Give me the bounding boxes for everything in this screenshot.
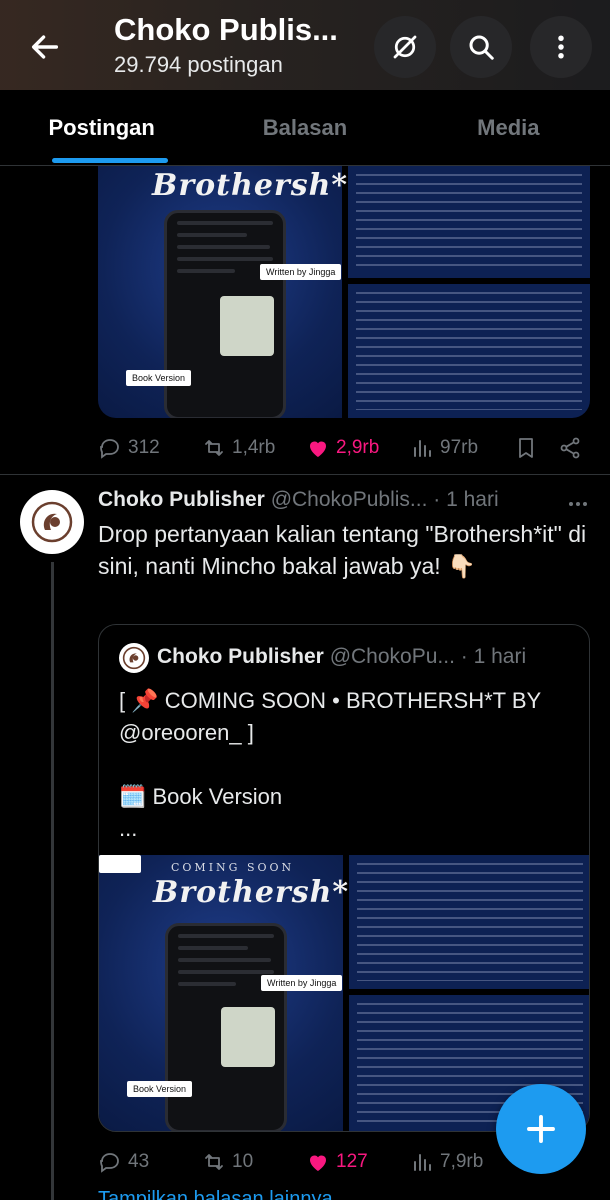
views-icon [414, 1154, 431, 1171]
post-count: 29.794 postingan [114, 52, 283, 77]
quote-author-name: Choko Publisher [157, 645, 324, 668]
profile-tabs: Postingan Balasan Media [0, 90, 610, 166]
choko-logo-icon [122, 646, 146, 670]
mute-icon [393, 35, 417, 59]
back-button[interactable] [14, 16, 76, 78]
header-titles: Choko Publis... 29.794 postingan [114, 12, 338, 78]
bookmark-icon [519, 438, 533, 458]
post1-reply-count: 312 [128, 437, 160, 458]
post1-repost-button[interactable]: 1,4rb [202, 436, 306, 460]
post2-avatar[interactable] [20, 490, 84, 554]
post2-like-count: 127 [336, 1151, 368, 1172]
post1-views-button[interactable]: 97rb [410, 436, 514, 460]
profile-header: Choko Publis... 29.794 postingan [0, 0, 610, 90]
post1-reply-button[interactable]: 312 [98, 436, 202, 460]
repost-icon [205, 1154, 223, 1170]
tab-balasan[interactable]: Balasan [203, 90, 406, 165]
post2-text: Drop pertanyaan kalian tentang "Brothers… [98, 521, 587, 579]
post1-like-button[interactable]: 2,9rb [306, 436, 410, 460]
plus-icon [527, 1115, 555, 1143]
views-icon [414, 440, 431, 457]
post2-repost-button[interactable]: 10 [202, 1150, 306, 1174]
quote-header: Choko Publisher @ChokoPu... · 1 hari [157, 645, 577, 669]
post2-author-name[interactable]: Choko Publisher [98, 488, 265, 511]
search-icon [469, 35, 494, 60]
quote-text: [ 📌 COMING SOON • BROTHERSH*T BY @oreoor… [119, 685, 579, 845]
mute-button[interactable] [374, 16, 436, 78]
post1-bookmark-button[interactable] [514, 436, 558, 460]
post2-view-count: 7,9rb [440, 1151, 484, 1172]
post1-view-count: 97rb [440, 437, 479, 458]
more-horizontal-icon [569, 502, 587, 506]
post1-media-image-right-top[interactable] [348, 166, 590, 278]
quote-chat-thumbnail [221, 1007, 275, 1067]
quote-text-line1: [ 📌 COMING SOON • BROTHERSH*T BY @oreoor… [119, 688, 541, 745]
more-vertical-icon [558, 35, 564, 59]
post1-repost-count: 1,4rb [232, 437, 276, 458]
post1-tag-book: Book Version [126, 370, 192, 386]
post1-chat-thumbnail [220, 296, 274, 356]
post2-header: Choko Publisher @ChokoPublis... · 1 hari [98, 488, 588, 512]
arrow-left-icon [31, 35, 59, 59]
post2-repost-count: 10 [232, 1151, 254, 1172]
reply-icon [100, 439, 119, 459]
search-button[interactable] [450, 16, 512, 78]
heart-filled-icon [310, 1155, 326, 1171]
post2-author-handle[interactable]: @ChokoPublis... [271, 488, 428, 511]
post2-reply-button[interactable]: 43 [98, 1150, 202, 1174]
quote-book-title: Brothersh*t [153, 875, 364, 910]
quote-text-line2: 🗓️ Book Version [119, 784, 283, 809]
quote-tag-written: Written by Jingga [261, 975, 343, 991]
quoted-post[interactable]: Choko Publisher @ChokoPu... · 1 hari [ 📌… [98, 624, 590, 1132]
post2-like-button[interactable]: 127 [306, 1150, 410, 1174]
share-icon [560, 437, 580, 459]
reply-icon [100, 1153, 119, 1173]
post1-book-title: Brothersh*t [152, 168, 363, 203]
repost-icon [205, 440, 223, 456]
post2-views-button[interactable]: 7,9rb [410, 1150, 514, 1174]
quote-media-image-right-top [349, 855, 589, 989]
heart-filled-icon [310, 441, 326, 457]
choko-logo-icon [31, 501, 73, 543]
post-divider [0, 474, 610, 475]
quote-author-handle: @ChokoPu... [329, 645, 455, 668]
post1-media[interactable]: Brothersh*t Written by Jingga Book Versi… [98, 166, 590, 418]
thread-line [51, 562, 54, 1200]
publisher-logo-badge [99, 855, 141, 873]
post1-like-count: 2,9rb [336, 437, 380, 458]
show-more-replies-link[interactable]: Tampilkan balasan lainnya [98, 1188, 333, 1200]
more-options-button[interactable] [530, 16, 592, 78]
quote-timestamp: · 1 hari [460, 645, 527, 668]
post1-media-image-right-bottom[interactable] [348, 284, 590, 418]
quote-avatar [119, 643, 149, 673]
quote-tag-book: Book Version [127, 1081, 193, 1097]
post2-reply-count: 43 [128, 1151, 150, 1172]
tab-postingan[interactable]: Postingan [0, 90, 203, 165]
compose-fab[interactable] [496, 1084, 586, 1174]
quote-coming-soon: COMING SOON [171, 861, 295, 874]
quote-text-line3: ... [119, 816, 138, 841]
post1-tag-written: Written by Jingga [260, 264, 342, 280]
post1-media-image-left[interactable]: Brothersh*t Written by Jingga Book Versi… [98, 166, 362, 418]
post1-share-button[interactable] [558, 436, 582, 460]
post1-actions: 312 1,4rb 2,9rb 97rb [98, 428, 598, 468]
profile-title: Choko Publis... [114, 12, 338, 47]
quote-media-image-left: COMING SOON Brothersh*t Written by Jingg… [99, 855, 363, 1131]
tab-media[interactable]: Media [407, 90, 610, 165]
post2-timestamp[interactable]: · 1 hari [433, 488, 498, 511]
